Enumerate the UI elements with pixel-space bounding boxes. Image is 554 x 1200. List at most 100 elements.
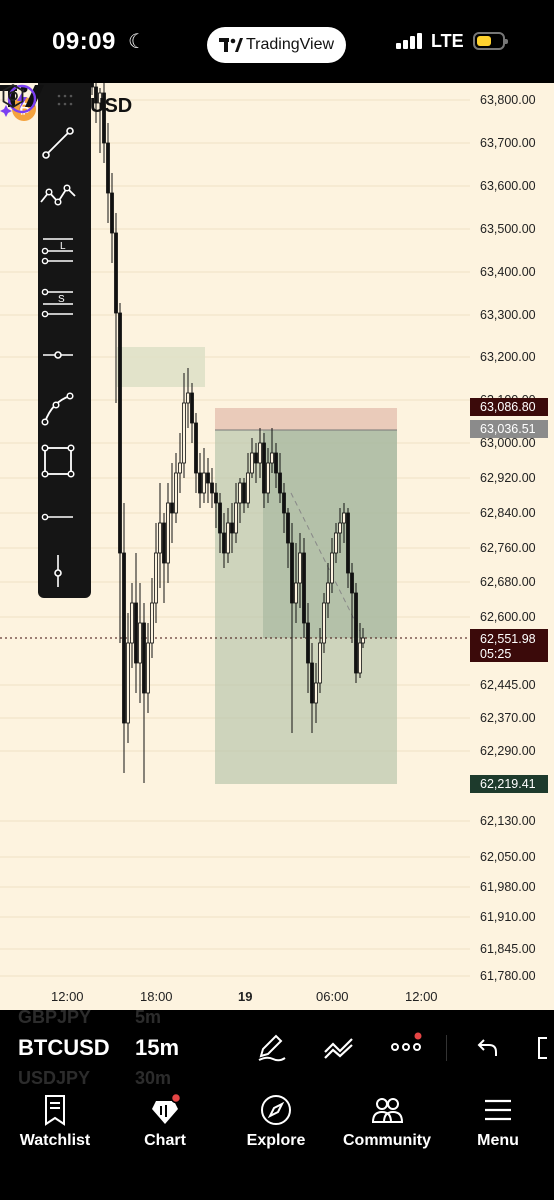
tab-menu[interactable]: Menu [448,1085,548,1165]
community-icon [371,1098,404,1123]
candle-body [198,472,202,494]
signal-icon [396,33,422,49]
tab-explore[interactable]: Explore [226,1085,326,1165]
rectangle-tool-icon[interactable] [38,441,78,481]
candle-body [282,492,286,514]
candle-body [162,522,166,564]
prev-symbol[interactable]: GBPJPY [18,1010,91,1028]
resistance-zone [117,347,205,387]
drag-handle-icon[interactable] [56,93,74,107]
candle-body [146,642,150,694]
symbol-bar[interactable]: GBPJPY 5m BTCUSD 15m USDJPY 30m [0,1010,554,1085]
tab-label: Chart [144,1132,186,1149]
symbol-selector[interactable]: BTCUSD [18,1035,110,1061]
candle-body [302,552,306,624]
candle-body [250,452,254,474]
price-axis-label: 63,800.00 [480,93,536,107]
current-price: 62,551.98 [480,632,536,646]
candle-body [342,512,346,524]
candle-body [310,662,314,704]
candle-body [330,552,334,584]
watchlist-icon [45,1095,65,1126]
candle-body [174,472,178,514]
interval-selector[interactable]: 15m [135,1035,179,1061]
horizontal-ray-icon[interactable] [38,335,78,375]
time-label-day: 19 [238,989,253,1004]
candle-body [178,462,182,474]
candle-body [114,232,118,314]
prev-interval[interactable]: 5m [135,1010,161,1028]
candle-body [246,472,250,504]
candle-body [350,572,354,594]
candle-countdown: 05:25 [480,647,512,661]
candle-body [242,482,246,504]
tab-watchlist[interactable]: Watchlist [5,1085,105,1165]
candle-body [318,642,322,684]
price-axis-label: 63,600.00 [480,179,536,193]
menu-icon [485,1099,511,1121]
price-axis-label: 63,500.00 [480,222,536,236]
candle-body [202,472,206,494]
active-trade-zone [263,430,397,638]
take-profit-price-tag: 62,219.41 [470,775,548,793]
candle-body [182,402,186,464]
time-label: 12:00 [405,989,438,1004]
status-bar: 09:09 ☾ TradingView LTE [0,0,554,83]
tab-label: Explore [246,1132,306,1149]
path-tool-icon[interactable] [38,176,78,216]
candle-body [150,602,154,644]
candle-body [254,452,258,464]
candle-body [334,532,338,554]
stop-loss-price-tag: 63,086.80 [470,398,548,416]
candle-body [210,482,214,494]
horizontal-line-icon[interactable] [38,497,78,537]
drawing-pen-icon[interactable] [255,1032,289,1062]
price-axis-label: 62,680.00 [480,575,536,589]
chart-area[interactable]: ₿ USD L S 63,800.00 63,700.00 63,600.00 63,… [0,83,554,1010]
price-axis-label: 63,300.00 [480,308,536,322]
price-axis-label: 62,760.00 [480,541,536,555]
chart-settings-icon[interactable] [0,83,26,109]
next-interval[interactable]: 30m [135,1068,171,1085]
next-symbol[interactable]: USDJPY [18,1068,90,1085]
tab-chart[interactable]: Chart [115,1085,215,1165]
price-axis-label: 63,700.00 [480,136,536,150]
bottom-tab-bar[interactable]: Watchlist Chart Explore Community Menu [0,1085,554,1200]
redo-icon[interactable] [535,1032,554,1062]
candle-body [166,502,170,564]
vertical-line-icon[interactable] [38,551,78,591]
drawing-toolbar[interactable]: L S [38,83,91,598]
candle-body [126,642,130,724]
candle-body [130,602,134,644]
candle-body [266,462,270,494]
long-position-icon[interactable]: L [38,229,78,269]
chart-symbol-label: USD [90,95,133,117]
price-axis-label: 62,130.00 [480,814,536,828]
indicators-icon[interactable] [322,1032,356,1062]
curve-tool-icon[interactable] [38,388,78,428]
price-axis-label: 61,910.00 [480,910,536,924]
candle-body [206,472,210,484]
clock: 09:09 [52,28,116,55]
candle-body [186,392,190,404]
candle-body [278,472,282,494]
chart-icon [152,1093,182,1124]
candle-body [106,142,110,194]
price-axis-label: 63,000.00 [480,436,536,450]
more-options-icon[interactable] [390,1032,424,1062]
candle-body [122,552,126,724]
tab-community[interactable]: Community [335,1085,439,1165]
candle-body [222,532,226,554]
candle-body [110,192,114,234]
candle-body [234,502,238,534]
trend-line-icon[interactable] [38,123,78,163]
tradingview-logo-icon [219,38,243,52]
app-pill[interactable]: TradingView [207,27,346,63]
candle-body [286,512,290,544]
candle-body [158,522,162,554]
undo-icon[interactable] [470,1032,504,1062]
short-position-icon[interactable]: S [38,282,78,322]
price-axis-label: 61,845.00 [480,942,536,956]
candle-body [274,452,278,474]
candle-body [226,522,230,554]
